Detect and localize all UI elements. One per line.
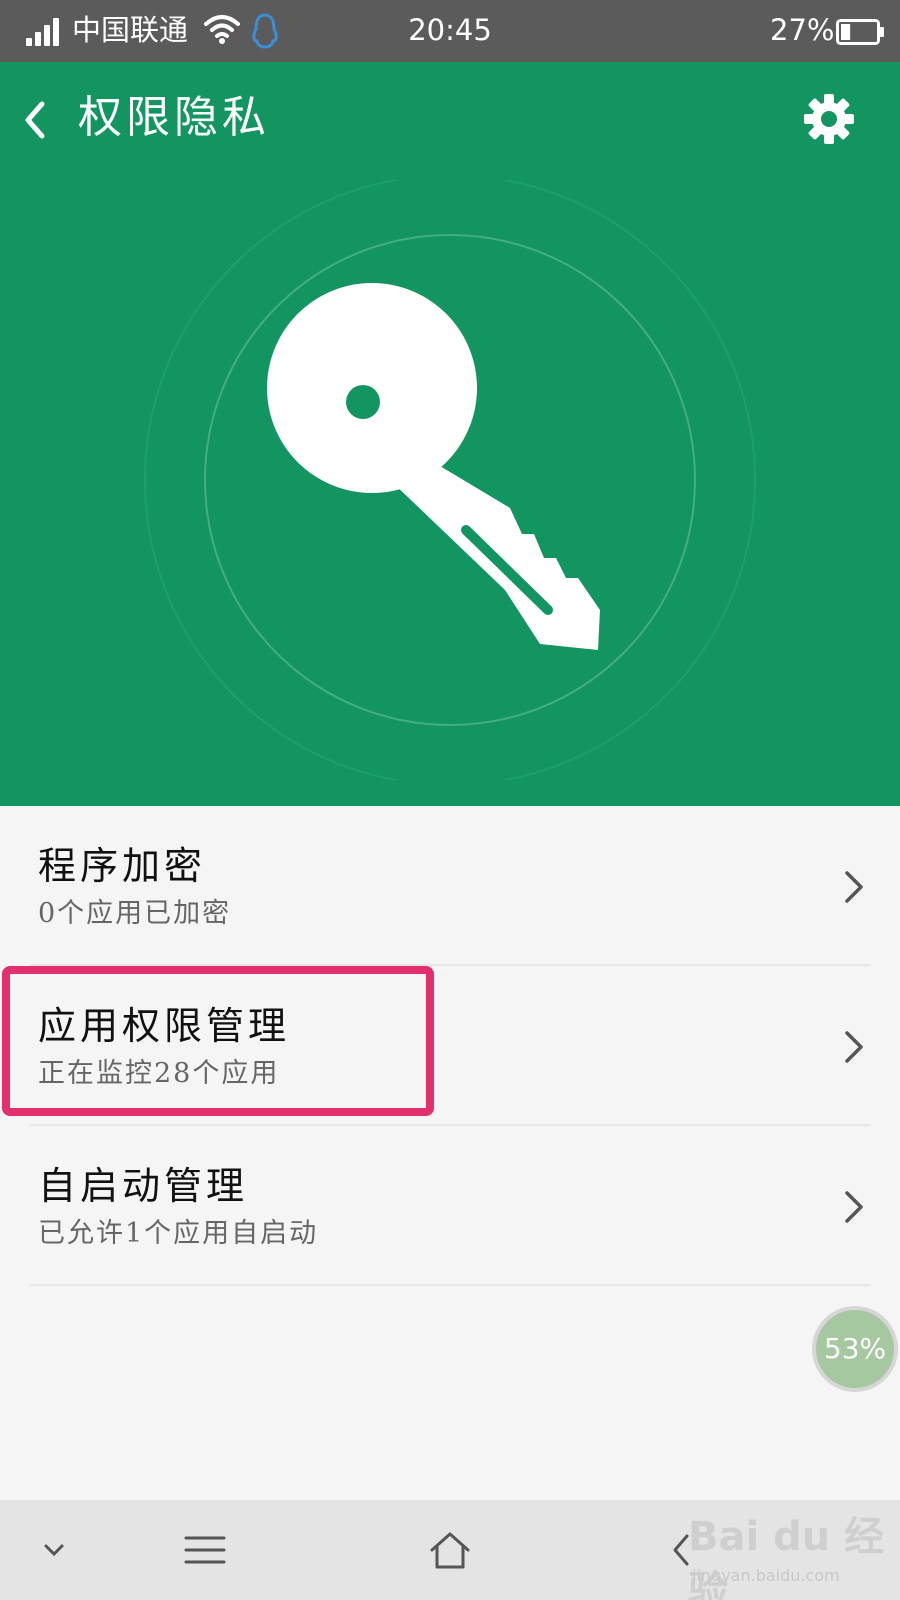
- navigation-bar: Bai du 经验 jingyan.baidu.com: [0, 1500, 900, 1600]
- key-icon: [267, 283, 600, 650]
- battery-percentage: 27%: [770, 13, 835, 47]
- list-item-title: 程序加密: [38, 844, 207, 888]
- chevron-right-icon: [845, 1031, 863, 1063]
- clock: 20:45: [408, 13, 492, 47]
- list-item-autostart[interactable]: 自启动管理 已允许1个应用自启动: [0, 1126, 900, 1286]
- highlight-annotation: [2, 966, 434, 1116]
- chevron-right-icon: [845, 1191, 863, 1223]
- floating-memory-badge[interactable]: 53%: [812, 1306, 898, 1392]
- gear-icon: [804, 94, 854, 144]
- menu-icon: [184, 1536, 226, 1564]
- list-item-subtitle: 0个应用已加密: [38, 898, 232, 929]
- battery-icon: [836, 19, 884, 45]
- menu-button[interactable]: [180, 1522, 230, 1578]
- divider: [30, 1284, 870, 1286]
- home-button[interactable]: [424, 1522, 476, 1578]
- list-item-title: 自启动管理: [38, 1164, 249, 1208]
- home-icon: [430, 1532, 470, 1569]
- page-title: 权限隐私: [78, 92, 270, 143]
- key-illustration: [144, 180, 756, 780]
- settings-button[interactable]: [800, 90, 858, 148]
- list-item-app-encryption[interactable]: 程序加密 0个应用已加密: [0, 806, 900, 966]
- list-item-subtitle: 已允许1个应用自启动: [38, 1218, 319, 1249]
- header: 权限隐私: [0, 62, 900, 806]
- status-bar: 中国联通 20:45 27%: [0, 0, 900, 62]
- chevron-left-icon: [25, 101, 45, 139]
- watermark-url: jingyan.baidu.com: [692, 1566, 840, 1585]
- collapse-button[interactable]: [34, 1522, 74, 1578]
- watermark-logo: Bai du 经验: [688, 1514, 885, 1600]
- chevron-right-icon: [845, 871, 863, 903]
- chevron-down-icon: [44, 1544, 64, 1557]
- baidu-watermark: Bai du 经验 jingyan.baidu.com: [688, 1510, 898, 1600]
- badge-percentage: 53%: [823, 1332, 887, 1365]
- back-button[interactable]: [22, 92, 62, 148]
